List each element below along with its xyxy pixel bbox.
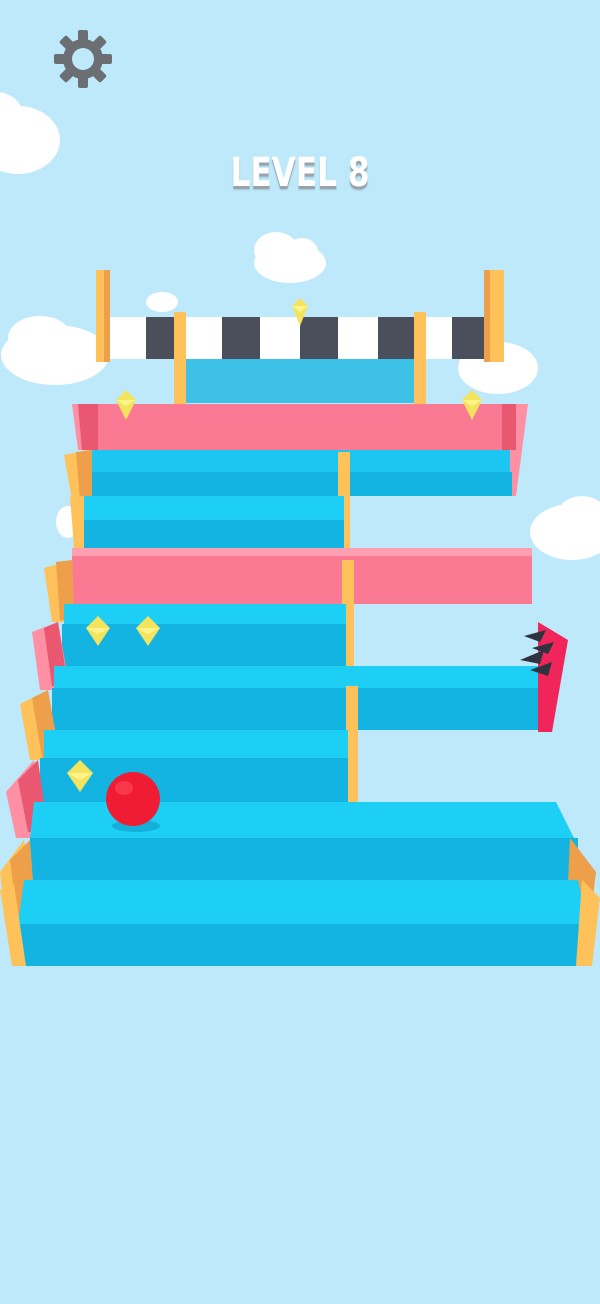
settings-button[interactable]: [52, 28, 114, 90]
cloud-left-top: [0, 92, 60, 174]
gear-icon: [54, 30, 112, 88]
game-scene: LEVEL 8: [0, 0, 600, 1300]
step-3: [70, 496, 344, 548]
cloud-top-center: [254, 232, 326, 283]
cloud-right: [530, 496, 600, 560]
level-title: LEVEL 8: [230, 150, 370, 196]
step-bottom: [0, 880, 600, 966]
